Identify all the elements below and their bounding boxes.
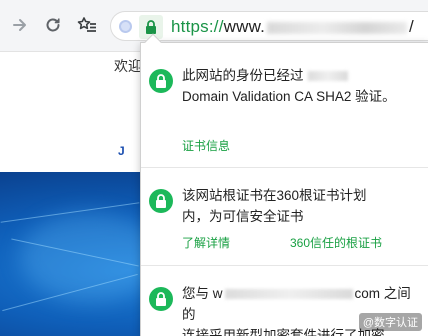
watermark: @数字认证	[358, 313, 422, 331]
redacted-issuer	[307, 71, 348, 82]
identity-text-line1: 此网站的身份已经过	[182, 68, 304, 83]
url-suffix: /	[409, 17, 414, 36]
site-favicon-icon	[119, 20, 132, 33]
logo-fragment: J	[118, 144, 125, 158]
lock-icon	[149, 69, 173, 93]
learn-more-link[interactable]: 了解详情	[182, 234, 230, 251]
redacted-domain	[224, 289, 353, 300]
trusted-root-certs-link[interactable]: 360信任的根证书	[290, 234, 382, 251]
banner-glow	[20, 212, 160, 302]
identity-text: 此网站的身份已经过 Domain Validation CA SHA2 验证。	[182, 65, 414, 107]
reload-icon[interactable]	[41, 13, 65, 37]
site-security-popup: 此网站的身份已经过 Domain Validation CA SHA2 验证。 …	[140, 33, 428, 336]
welcome-text: 欢迎	[114, 58, 142, 74]
encryption-text-prefix: 您与 w	[182, 286, 223, 301]
identity-text-rest: Domain Validation CA SHA2 验证。	[182, 89, 396, 104]
url-redacted-host	[267, 21, 408, 34]
divider	[141, 265, 428, 266]
address-bar[interactable]: https://www. /	[110, 11, 428, 41]
url-host-prefix: www.	[223, 17, 266, 36]
root-cert-text: 该网站根证书在360根证书计划内，为可信安全证书	[182, 188, 367, 224]
url-protocol: https://	[171, 17, 224, 36]
lock-icon	[149, 287, 173, 311]
lock-icon	[146, 20, 156, 34]
certificate-info-link[interactable]: 证书信息	[182, 137, 230, 154]
divider	[141, 167, 428, 168]
forward-arrow-icon[interactable]	[8, 13, 32, 37]
bookmark-star-list-icon[interactable]	[75, 13, 99, 37]
url-text[interactable]: https://www. /	[171, 17, 414, 37]
lock-icon	[149, 189, 173, 213]
encryption-text-rest: 连接采用新型加密套件进行了加密	[182, 328, 385, 336]
